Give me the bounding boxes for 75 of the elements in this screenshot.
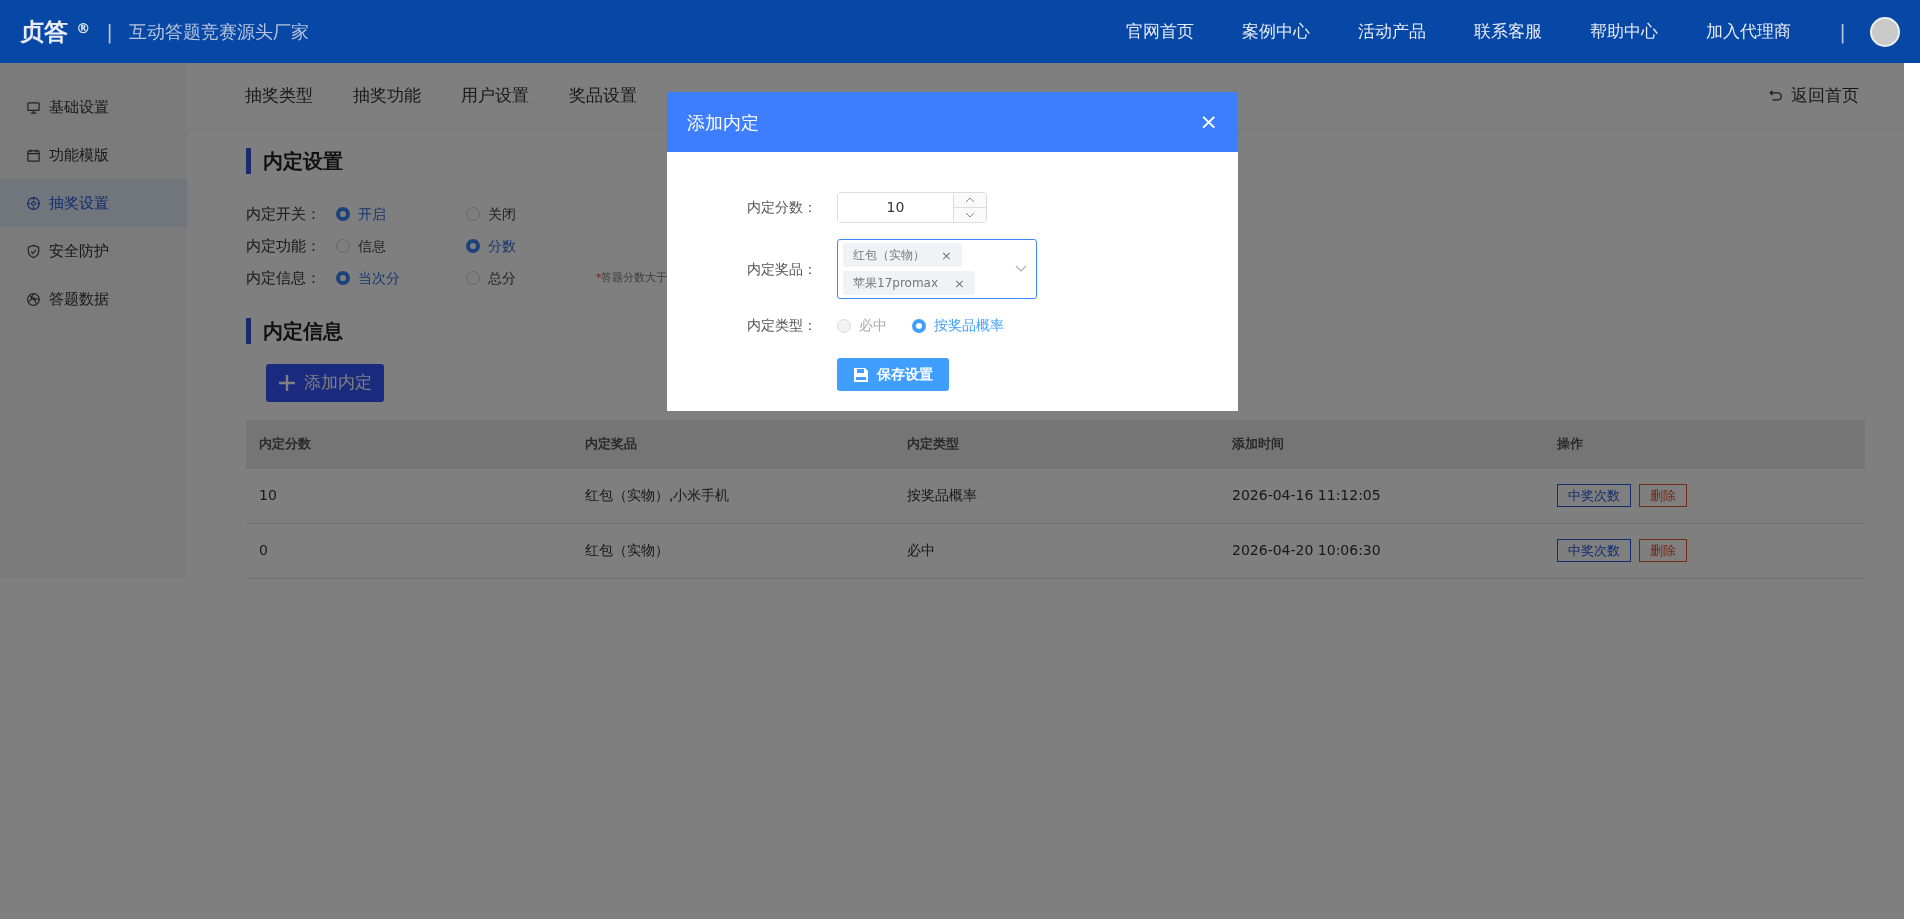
column-header: 内定奖品	[584, 435, 638, 454]
field-label: 内定信息：	[246, 267, 322, 289]
table-cell-text: 按奖品概率	[906, 486, 978, 505]
shield-icon	[26, 243, 41, 259]
field-label: 内定功能：	[246, 235, 322, 257]
tab[interactable]: 抽奖类型	[245, 83, 313, 109]
column-header: 内定分数	[258, 435, 312, 454]
tag-chip: 红包（实物） ×	[843, 243, 962, 267]
option-label: 开启	[358, 204, 386, 224]
slogan-text: 互动答题竞赛源头厂家	[129, 20, 310, 44]
monitor-icon	[26, 99, 41, 115]
avatar[interactable]	[1870, 16, 1900, 47]
save-button[interactable]: 保存设置	[837, 358, 949, 391]
table-cell-text: 红包（实物）	[584, 541, 670, 560]
option-label: 分数	[488, 236, 516, 256]
sidebar-item[interactable]: 答题数据	[0, 275, 187, 323]
sidebar-item[interactable]: 基础设置	[0, 83, 187, 131]
column-header: 内定类型	[906, 435, 960, 454]
option-label: 关闭	[488, 204, 516, 224]
field-label: 内定类型：	[746, 316, 818, 335]
remove-button[interactable]: ×	[954, 276, 965, 290]
nav-link[interactable]: 案例中心	[1242, 18, 1311, 45]
option-label: 当次分	[358, 268, 400, 288]
multi-select[interactable]: 红包（实物） × 苹果17promax ×	[837, 239, 1037, 299]
table-cell-text: 2026-04-16 11:12:05	[1231, 486, 1382, 505]
column-header: 操作	[1556, 435, 1583, 454]
add-button[interactable]: 添加内定	[266, 364, 384, 402]
delete-button[interactable]: 删除	[1639, 538, 1687, 563]
table-cell-text: 必中	[906, 541, 936, 560]
dialog-title: 添加内定	[687, 110, 759, 135]
tab[interactable]: 奖品设置	[569, 83, 637, 109]
radio-button[interactable]	[466, 239, 480, 253]
option-label: 按奖品概率	[934, 316, 1004, 335]
undo-icon	[1769, 89, 1783, 103]
radio-button[interactable]	[336, 207, 350, 221]
chevron-up-icon	[965, 197, 975, 203]
dial-icon	[26, 195, 41, 211]
close-button[interactable]: ×	[1199, 111, 1218, 133]
nav-link[interactable]: 活动产品	[1358, 18, 1427, 45]
radio-button[interactable]	[912, 318, 926, 333]
back-link[interactable]: 返回首页	[1763, 82, 1865, 110]
calendar-icon	[26, 147, 41, 163]
nav-link[interactable]: 官网首页	[1126, 18, 1195, 45]
option-label: 必中	[859, 316, 887, 335]
tag-chip: 苹果17promax ×	[843, 271, 975, 295]
nav-link[interactable]: 加入代理商	[1706, 18, 1792, 45]
plus-icon	[278, 373, 296, 392]
logo: 贞答 $^{®}$	[20, 16, 91, 48]
sidebar-item[interactable]: 抽奖设置	[0, 179, 187, 227]
divider-text: |	[106, 18, 114, 46]
tab[interactable]: 用户设置	[461, 83, 529, 109]
table-cell-text: 0	[258, 541, 269, 560]
table-cell-text: 2026-04-20 10:06:30	[1231, 541, 1382, 560]
field-label: 内定开关：	[246, 203, 322, 225]
tab[interactable]: 抽奖功能	[353, 83, 421, 109]
chevron-down-icon	[1015, 265, 1027, 273]
field-label: 内定奖品：	[746, 259, 818, 279]
option-label: 总分	[488, 268, 516, 288]
table-cell-text: 10	[258, 486, 278, 505]
nav-link[interactable]: 联系客服	[1474, 18, 1543, 45]
field-label: 内定分数：	[746, 198, 818, 217]
delete-button[interactable]: 删除	[1639, 483, 1687, 508]
column-header: 添加时间	[1231, 435, 1285, 454]
radio-button[interactable]	[336, 271, 350, 285]
sidebar-item[interactable]: 功能模版	[0, 131, 187, 179]
sidebar-item[interactable]: 安全防护	[0, 227, 187, 275]
aperture-icon	[26, 291, 41, 307]
option-label: 信息	[358, 236, 386, 256]
chevron-down-icon	[965, 212, 975, 218]
table-cell-text: 红包（实物）,小米手机	[584, 486, 731, 505]
action-button[interactable]: 中奖次数	[1557, 483, 1631, 508]
divider-text: |	[1839, 18, 1846, 46]
remove-button[interactable]: ×	[941, 248, 952, 262]
nav-link[interactable]: 帮助中心	[1590, 18, 1659, 45]
action-button[interactable]: 中奖次数	[1557, 538, 1631, 563]
